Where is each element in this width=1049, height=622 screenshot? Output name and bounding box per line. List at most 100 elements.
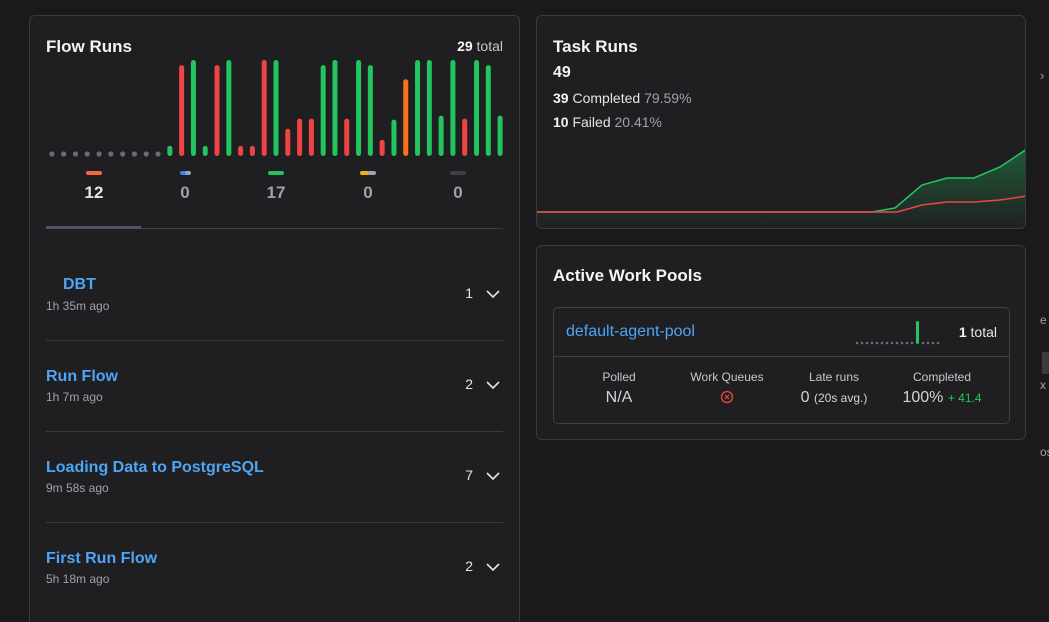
edge-text: e [1040,313,1047,327]
completed-count: 17 [266,183,286,202]
state-tab-completed[interactable]: 17 [246,171,306,203]
flow-run-bar-completed[interactable] [332,60,338,156]
task-failed-count: 10 [553,114,569,130]
flow-run-bar-failed[interactable] [308,118,314,156]
late-runs-avg: (20s avg.) [814,391,868,405]
flow-run-bar-completed[interactable] [273,60,279,156]
task-runs-title: Task Runs [553,37,638,56]
error-circle-icon[interactable] [720,390,734,404]
flow-row[interactable]: DBT 1h 35m ago 1 [46,250,503,341]
task-runs-card: Task Runs 49 39 Completed 79.59% 10 Fail… [536,15,1026,229]
flow-last-run-time: 1h 35m ago [46,299,110,313]
flow-run-bar-failed[interactable] [214,65,220,156]
edge-text: x [1040,378,1046,392]
stat-completed-value: 100% + 41.4 [887,389,997,407]
flow-run-bar-completed[interactable] [497,115,503,156]
completed-swatch [268,171,284,175]
flow-run-bar-completed[interactable] [450,60,456,156]
flow-run-bar-completed[interactable] [391,119,397,156]
pending-swatch [360,171,376,175]
flow-name-link[interactable]: Run Flow [46,368,118,386]
stat-work-queues-label: Work Queues [690,370,764,384]
flow-run-bar-failed[interactable] [379,139,385,156]
flow-run-bar-completed[interactable] [167,145,173,156]
stat-polled-label: Polled [602,370,636,384]
work-pool-name-link[interactable]: default-agent-pool [566,323,695,341]
state-tab-pending[interactable]: 0 [338,171,398,203]
cancelled-count: 0 [453,183,463,202]
work-pool-sparkline [855,321,940,345]
flow-run-bar-failed[interactable] [249,145,255,156]
stat-completed-label: Completed [912,370,972,384]
flow-run-bar-completed[interactable] [356,60,362,156]
flow-runs-total-count: 29 [457,38,473,54]
work-pool-total: 1 total [959,324,997,340]
flow-run-bar-completed[interactable] [485,65,491,156]
running-count: 0 [180,183,190,202]
flow-run-bar-completed[interactable] [226,60,232,156]
flow-run-empty-dot [120,151,126,157]
flow-runs-bar-chart[interactable] [46,56,506,157]
flow-run-count: 1 [465,285,473,301]
flow-run-bar-completed[interactable] [474,60,480,156]
work-pool-total-count: 1 [958,324,967,340]
running-swatch [179,171,191,175]
sparkline-empty-dots [855,341,940,345]
flow-name-link[interactable]: Loading Data to PostgreSQL [46,459,264,477]
task-failed-pct: 20.41% [614,114,662,130]
flow-run-bar-failed[interactable] [462,118,468,156]
flow-run-empty-dot [96,151,102,157]
sparkline-bar [916,321,919,344]
chevron-down-icon[interactable] [485,468,501,484]
stat-work-queues: Work Queues [672,370,782,407]
state-tab-cancelled[interactable]: 0 [428,171,488,203]
flow-run-count: 7 [465,467,473,483]
flow-run-bar-failed[interactable] [285,128,291,156]
chevron-down-icon[interactable] [485,559,501,575]
flow-run-bar-completed[interactable] [367,65,373,156]
task-completed-summary: 39 Completed 79.59% [553,90,692,106]
task-completed-count: 39 [553,90,569,106]
stat-polled: Polled N/A [564,370,674,407]
chevron-down-icon[interactable] [485,377,501,393]
state-tab-failed[interactable]: 12 [64,171,124,203]
flow-run-bar-crashed[interactable] [403,79,409,156]
state-tab-active-indicator [46,226,141,229]
state-tab-running[interactable]: 0 [155,171,215,203]
flow-run-bar-failed[interactable] [238,145,244,156]
flow-run-bar-failed[interactable] [344,118,350,156]
late-runs-count: 0 [800,389,810,406]
flow-run-bar-failed[interactable] [297,118,303,156]
flow-run-bar-completed[interactable] [190,60,196,156]
completed-pct: 100% [902,389,944,406]
task-failed-label: Failed [572,114,611,130]
flow-runs-title: Flow Runs [46,37,132,56]
flow-run-bar-completed[interactable] [320,65,326,156]
flow-run-count: 2 [465,558,473,574]
task-runs-sparkline [537,149,1025,228]
flow-run-bar-completed[interactable] [415,60,421,156]
flow-run-bar-failed[interactable] [179,65,185,156]
flow-run-bar-completed[interactable] [438,115,444,156]
flow-row[interactable]: First Run Flow 5h 18m ago 2 [46,523,503,614]
flow-row[interactable]: Loading Data to PostgreSQL 9m 58s ago 7 [46,432,503,523]
pending-count: 0 [363,183,373,202]
chevron-down-icon[interactable] [485,286,501,302]
flow-run-empty-dot [84,151,90,157]
stat-late-runs: Late runs 0 (20s avg.) [779,370,889,407]
work-pool-divider [554,356,1009,357]
flow-run-count: 2 [465,376,473,392]
flow-runs-card: Flow Runs 29 total 12 0 17 0 0 DBT 1h 35… [29,15,520,622]
task-failed-summary: 10 Failed 20.41% [553,114,662,130]
flow-run-bar-completed[interactable] [202,145,208,156]
failed-count: 12 [84,183,104,202]
flow-run-empty-dot [49,151,55,157]
flow-run-bar-completed[interactable] [426,60,432,156]
flow-name-link[interactable]: First Run Flow [46,550,157,568]
flow-name-link[interactable]: DBT [63,276,96,294]
flow-row[interactable]: Run Flow 1h 7m ago 2 [46,341,503,432]
flow-last-run-time: 1h 7m ago [46,390,103,404]
flow-run-bar-failed[interactable] [261,60,267,156]
edge-arrow-icon[interactable]: › [1040,68,1044,83]
flow-run-empty-dot [143,151,149,157]
